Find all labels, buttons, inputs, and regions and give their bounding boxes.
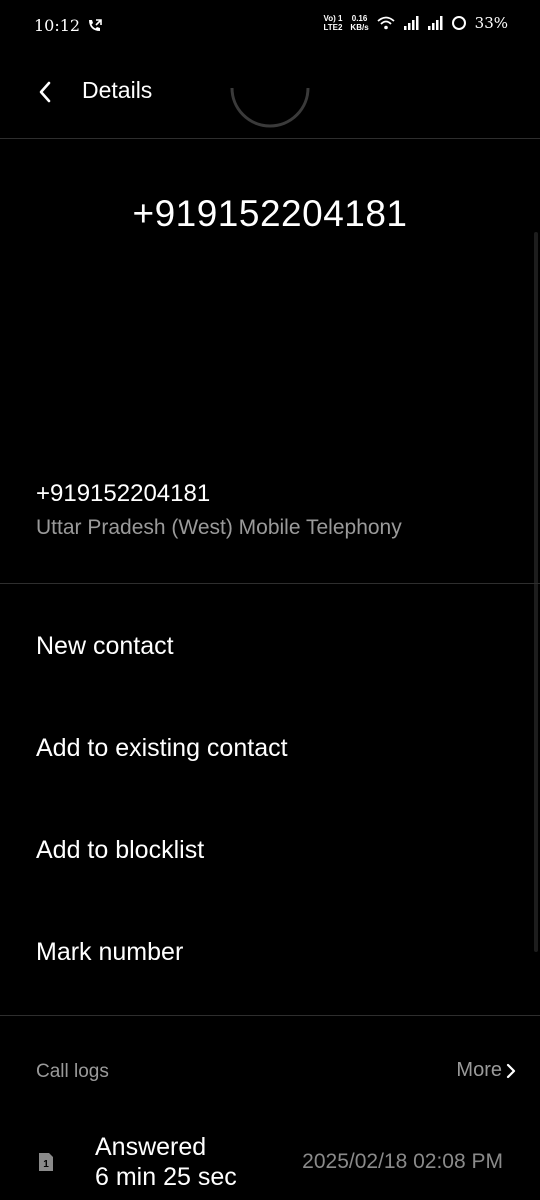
- call-logs-title: Call logs: [36, 1061, 109, 1082]
- battery-icon: [451, 16, 466, 30]
- info-divider: [0, 583, 540, 584]
- add-to-blocklist-label: Add to blocklist: [36, 836, 205, 864]
- chevron-left-icon: [39, 81, 51, 103]
- page-title: Details: [82, 77, 153, 103]
- signal-sim1-icon: [403, 16, 419, 30]
- carrier-location: Uttar Pradesh (West) Mobile Telephony: [36, 516, 402, 539]
- data-speed-indicator: 0.16 KB/s: [350, 14, 368, 32]
- network-top-label: Vo) 1: [323, 14, 343, 23]
- call-forward-icon: [89, 19, 102, 31]
- chevron-right-icon: [506, 1063, 516, 1078]
- hero-phone-number: +919152204181: [132, 193, 408, 234]
- back-button[interactable]: [30, 76, 60, 108]
- status-time: 10:12: [34, 16, 81, 35]
- add-to-blocklist-button[interactable]: Add to blocklist: [0, 802, 540, 902]
- battery-percent: 33%: [474, 14, 508, 32]
- header-divider: [0, 138, 540, 139]
- new-contact-label: New contact: [36, 632, 174, 660]
- wifi-icon: [377, 16, 395, 30]
- signal-sim2-icon: [427, 16, 443, 30]
- phone-number: +919152204181: [36, 480, 211, 507]
- mark-number-button[interactable]: Mark number: [0, 904, 540, 1004]
- speed-unit: KB/s: [350, 23, 369, 32]
- speed-value: 0.16: [351, 14, 368, 23]
- add-to-existing-contact-label: Add to existing contact: [36, 734, 288, 762]
- status-bar: 10:12 Vo) 1 LTE2 0.16 KB/s 33%: [0, 0, 540, 56]
- call-logs-more-button[interactable]: More: [456, 1059, 516, 1082]
- sim-slot-number: 1: [43, 1159, 49, 1170]
- mark-number-label: Mark number: [36, 938, 184, 966]
- more-label: More: [456, 1059, 502, 1081]
- call-status: Answered: [95, 1133, 207, 1161]
- actions-divider: [0, 1015, 540, 1016]
- new-contact-button[interactable]: New contact: [0, 598, 540, 698]
- call-duration: 6 min 25 sec: [95, 1163, 237, 1191]
- call-datetime: 2025/02/18 02:08 PM: [302, 1150, 503, 1173]
- status-indicators: Vo) 1 LTE2 0.16 KB/s 33%: [323, 14, 508, 32]
- network-bottom-label: LTE2: [323, 23, 343, 32]
- network-type-indicator: Vo) 1 LTE2: [323, 14, 342, 32]
- add-to-existing-contact-button[interactable]: Add to existing contact: [0, 700, 540, 800]
- sim-card-icon: 1: [39, 1153, 53, 1171]
- call-log-row[interactable]: 1 Answered 6 min 25 sec 2025/02/18 02:08…: [0, 1130, 540, 1200]
